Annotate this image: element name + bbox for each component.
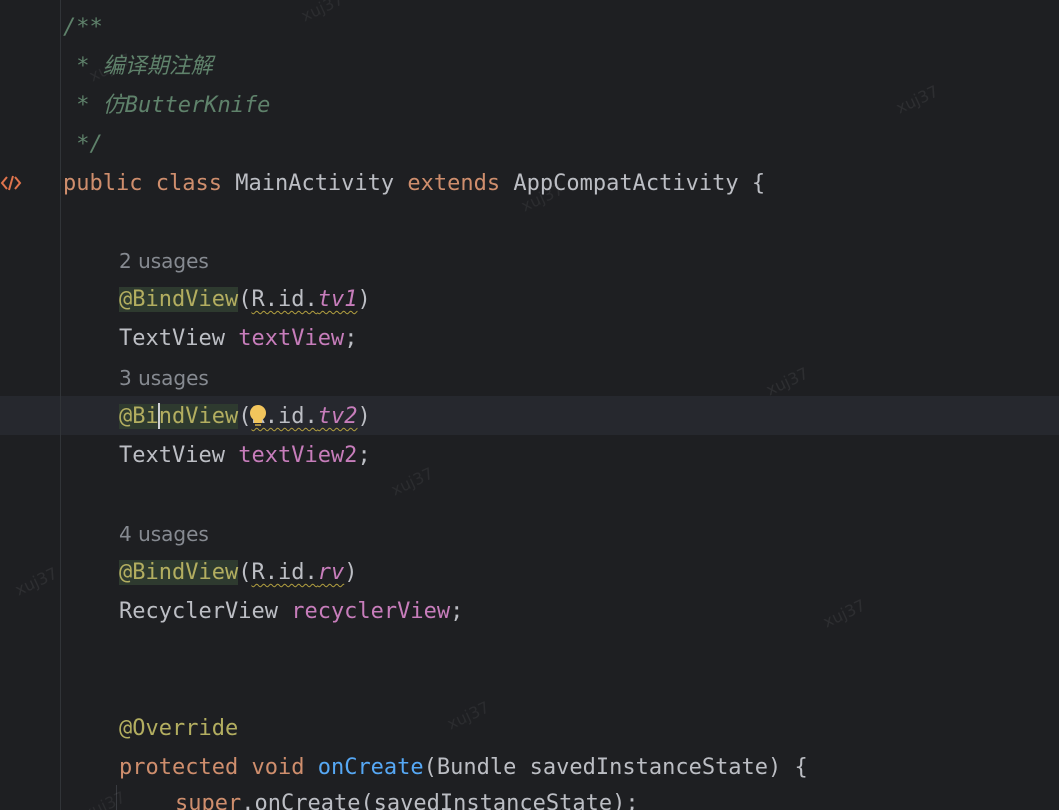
annotation-line[interactable]: @BindView(R.id.tv1) — [119, 280, 371, 319]
field-name: textView — [238, 326, 345, 351]
class-declaration[interactable]: public class MainActivity extends AppCom… — [63, 164, 765, 203]
paren-open: ( — [238, 560, 252, 585]
ref-id: tv1 — [317, 287, 358, 312]
keyword-public: public — [63, 171, 143, 196]
keyword-extends: extends — [407, 171, 501, 196]
watermark: xuj37 — [893, 81, 942, 118]
method-name: onCreate — [317, 755, 424, 780]
watermark: xuj37 — [763, 363, 812, 400]
keyword-void: void — [251, 755, 305, 780]
class-name: MainActivity — [235, 171, 395, 196]
keyword-protected: protected — [119, 755, 239, 780]
field-declaration[interactable]: RecyclerView recyclerView; — [119, 592, 463, 631]
usages-hint[interactable]: 3 usages — [119, 359, 209, 398]
watermark: xuj37 — [298, 0, 347, 26]
semicolon: ; — [450, 599, 464, 624]
keyword-class: class — [155, 171, 222, 196]
annotation-bindview-part: ndView — [158, 404, 239, 429]
method-declaration[interactable]: protected void onCreate(Bundle savedInst… — [119, 748, 808, 787]
annotation-bindview: @BindView — [119, 287, 239, 312]
text-caret — [157, 403, 160, 429]
annotation-line[interactable]: @BindView(R.id.rv) — [119, 553, 357, 592]
doc-comment-line: * 编译期注解 — [63, 54, 213, 79]
annotation-bindview-part: @Bi — [119, 404, 159, 429]
paren-close: ) — [357, 404, 371, 429]
super-call: .onCreate(savedInstanceState); — [241, 791, 639, 810]
watermark: xuj37 — [444, 697, 493, 734]
ref-prefix: R.id. — [251, 287, 318, 312]
usages-hint[interactable]: 2 usages — [119, 242, 209, 281]
annotation-override[interactable]: @Override — [119, 709, 238, 748]
annotation-line-current[interactable]: @BindView(R.id.tv2) — [119, 397, 371, 436]
html-tag-icon[interactable] — [0, 172, 24, 194]
watermark: xuj37 — [820, 595, 869, 632]
paren-close: ) — [344, 560, 358, 585]
super-call-line[interactable]: super.onCreate(savedInstanceState); — [175, 784, 639, 810]
ref-id: tv2 — [317, 404, 358, 429]
code-editor[interactable]: xuj37 xuj37 xuj37 xuj37 xuj37 xuj37 xuj3… — [0, 0, 1059, 810]
field-declaration[interactable]: TextView textView2; — [119, 436, 371, 475]
watermark: xuj37 — [388, 463, 437, 500]
field-name: recyclerView — [291, 599, 451, 624]
annotation-bindview: @BindView — [119, 560, 239, 585]
doc-comment-close: */ — [63, 132, 103, 157]
gutter-divider — [60, 0, 61, 810]
usages-hint[interactable]: 4 usages — [119, 515, 209, 554]
field-name: textView2 — [238, 443, 358, 468]
watermark: xuj37 — [80, 787, 129, 810]
semicolon: ; — [344, 326, 358, 351]
ref-prefix: R.id. — [251, 560, 318, 585]
method-params: (Bundle savedInstanceState) { — [423, 755, 808, 780]
doc-comment-line: * 仿ButterKnife — [63, 93, 271, 118]
parent-class-name: AppCompatActivity — [513, 171, 739, 196]
watermark: xuj37 — [12, 563, 61, 600]
semicolon: ; — [357, 443, 371, 468]
keyword-super: super — [175, 791, 242, 810]
open-brace: { — [751, 171, 766, 196]
field-type: TextView — [119, 443, 225, 468]
paren-close: ) — [357, 287, 371, 312]
field-declaration[interactable]: TextView textView; — [119, 319, 357, 358]
doc-comment-open: /** — [63, 15, 103, 40]
field-type: RecyclerView — [119, 599, 278, 624]
lightbulb-icon[interactable] — [248, 403, 268, 429]
field-type: TextView — [119, 326, 225, 351]
paren-open: ( — [238, 287, 252, 312]
ref-id: rv — [317, 560, 345, 585]
